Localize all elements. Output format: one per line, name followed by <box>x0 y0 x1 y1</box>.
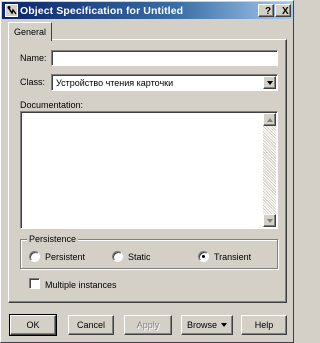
class-combobox-value: Устройство чтения карточки <box>56 78 174 88</box>
name-label: Name: <box>20 53 47 63</box>
scroll-up-button[interactable] <box>263 113 276 126</box>
name-input[interactable] <box>51 50 278 66</box>
class-combobox[interactable]: Устройство чтения карточки <box>51 74 278 91</box>
radio-selected-dot <box>202 255 205 258</box>
radio-transient[interactable] <box>198 251 209 262</box>
close-button[interactable]: X <box>275 4 291 17</box>
persistence-group-title: Persistence <box>27 234 79 244</box>
radio-static[interactable] <box>112 251 123 262</box>
browse-button-label: Browse <box>186 320 217 330</box>
scroll-down-button[interactable] <box>263 214 276 227</box>
documentation-scrollbar[interactable] <box>263 113 276 227</box>
radio-persistent[interactable] <box>29 251 40 262</box>
documentation-label: Documentation: <box>20 100 84 110</box>
class-dropdown-button[interactable] <box>263 76 276 89</box>
help-button[interactable]: Help <box>241 315 287 335</box>
chevron-down-icon <box>221 323 227 327</box>
class-label: Class: <box>20 77 46 87</box>
multiple-instances-checkbox[interactable] <box>29 278 40 289</box>
title-bar[interactable]: Object Specification for Untitled ? X <box>2 2 293 19</box>
object-specification-dialog: Object Specification for Untitled ? X Ge… <box>0 0 294 343</box>
ok-button[interactable]: OK <box>9 314 57 336</box>
chevron-down-icon <box>266 218 273 223</box>
chevron-down-icon <box>266 80 273 85</box>
window-title: Object Specification for Untitled <box>20 4 184 17</box>
help-title-button[interactable]: ? <box>258 4 274 17</box>
radio-transient-label: Transient <box>214 252 252 262</box>
chevron-up-icon <box>266 117 273 122</box>
object-tool-icon <box>4 4 18 18</box>
radio-static-label: Static <box>128 252 151 262</box>
apply-button[interactable]: Apply <box>124 315 172 335</box>
cancel-button[interactable]: Cancel <box>68 315 114 335</box>
browse-button[interactable]: Browse <box>181 315 233 335</box>
tab-general[interactable]: General <box>8 22 52 41</box>
documentation-textarea[interactable] <box>20 111 278 229</box>
multiple-instances-label: Multiple instances <box>45 280 117 290</box>
tab-general-label: General <box>13 27 47 37</box>
radio-persistent-label: Persistent <box>45 252 86 262</box>
